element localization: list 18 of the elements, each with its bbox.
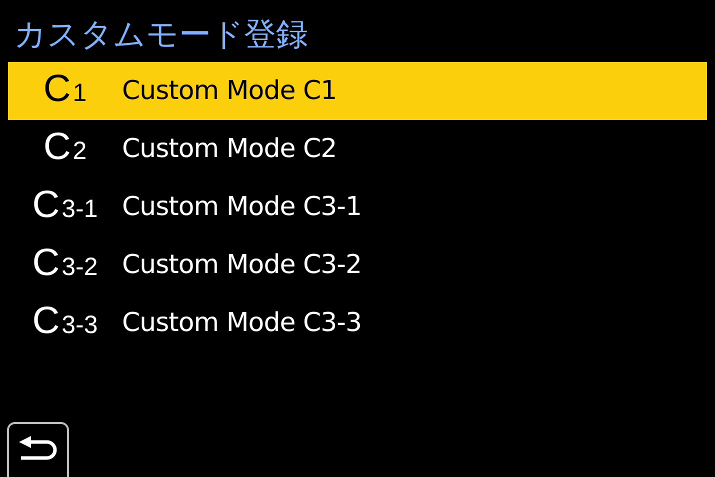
item-label: Custom Mode C2 [122,133,337,165]
menu-item[interactable]: C3-1 Custom Mode C3-1 [8,178,707,236]
item-label: Custom Mode C3-3 [122,307,362,339]
item-label: Custom Mode C3-1 [122,191,362,223]
item-label: Custom Mode C3-2 [122,249,362,281]
mode-label: C1 [43,67,87,112]
menu-item[interactable]: C1 Custom Mode C1 [8,62,707,120]
mode-label: C3-1 [32,183,98,228]
menu-item[interactable]: C2 Custom Mode C2 [8,120,707,178]
mode-label: C3-2 [32,241,98,286]
item-label: Custom Mode C1 [122,75,337,107]
mode-label: C2 [43,125,87,170]
back-icon [17,436,59,462]
back-button[interactable] [7,422,69,477]
screen-title: カスタムモード登録 [14,14,308,54]
menu-item[interactable]: C3-3 Custom Mode C3-3 [8,294,707,352]
mode-label: C3-3 [32,299,98,344]
menu-item[interactable]: C3-2 Custom Mode C3-2 [8,236,707,294]
